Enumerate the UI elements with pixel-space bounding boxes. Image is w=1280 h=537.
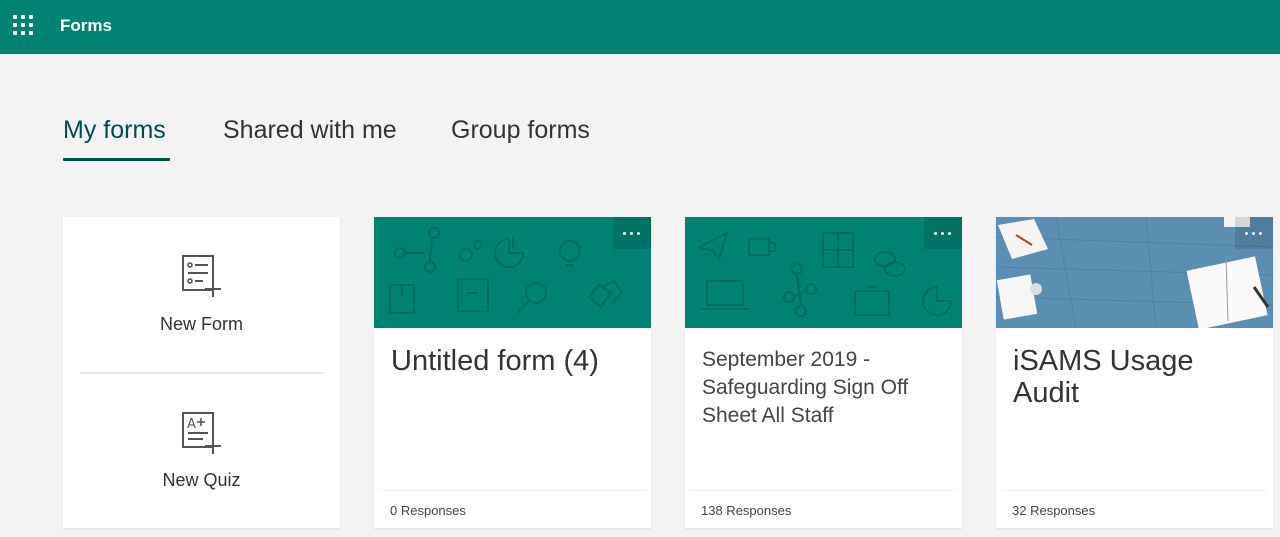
form-card[interactable]: September 2019 - Safeguarding Sign Off S… bbox=[685, 217, 962, 528]
more-options-button[interactable] bbox=[613, 217, 651, 249]
top-bar: Forms bbox=[0, 0, 1280, 54]
form-card[interactable]: Untitled form (4) 0 Responses bbox=[374, 217, 651, 528]
new-quiz-button[interactable]: A New Quiz bbox=[63, 375, 340, 525]
divider bbox=[691, 490, 956, 491]
new-items-card: New Form A New Quiz bbox=[63, 217, 340, 528]
divider bbox=[80, 372, 324, 374]
active-tab-indicator bbox=[63, 158, 170, 161]
divider bbox=[1002, 490, 1267, 491]
tab-shared-with-me[interactable]: Shared with me bbox=[223, 116, 397, 145]
form-title: Untitled form (4) bbox=[391, 345, 599, 377]
theme-pattern-icon bbox=[389, 227, 624, 314]
new-form-icon bbox=[182, 255, 221, 297]
form-card[interactable]: iSAMS Usage Audit 32 Responses bbox=[996, 217, 1273, 528]
svg-text:A: A bbox=[187, 417, 196, 432]
more-options-button[interactable] bbox=[1235, 217, 1273, 249]
desk-theme-icon bbox=[996, 217, 1273, 328]
form-card-banner bbox=[374, 217, 651, 328]
tab-my-forms[interactable]: My forms bbox=[63, 116, 166, 145]
divider bbox=[380, 490, 645, 491]
app-title[interactable]: Forms bbox=[60, 16, 112, 36]
theme-pattern-icon bbox=[696, 231, 953, 317]
more-options-button[interactable] bbox=[924, 217, 962, 249]
response-count: 0 Responses bbox=[390, 503, 466, 518]
response-count: 138 Responses bbox=[701, 503, 792, 518]
response-count: 32 Responses bbox=[1012, 503, 1096, 518]
tab-group-forms[interactable]: Group forms bbox=[451, 116, 590, 145]
form-title: iSAMS Usage Audit bbox=[1013, 345, 1194, 409]
form-card-banner bbox=[685, 217, 962, 328]
new-quiz-label: New Quiz bbox=[162, 470, 241, 490]
new-form-label: New Form bbox=[159, 314, 243, 334]
new-form-button[interactable]: New Form bbox=[63, 217, 340, 367]
new-quiz-icon: A bbox=[182, 412, 221, 454]
form-card-banner bbox=[996, 217, 1273, 328]
form-title: September 2019 - Safeguarding Sign Off S… bbox=[702, 348, 909, 427]
app-launcher-icon[interactable] bbox=[13, 15, 35, 37]
